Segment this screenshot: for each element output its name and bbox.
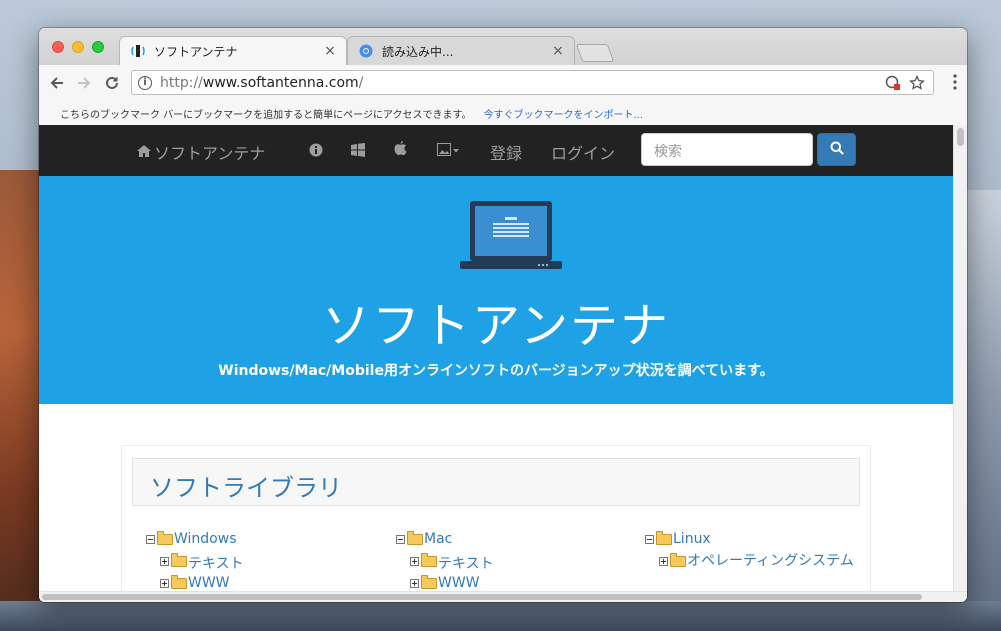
reload-icon[interactable] [101, 72, 123, 94]
folder-open-icon [656, 531, 672, 545]
site-brand-text: ソフトアンテナ [154, 144, 266, 163]
home-icon [136, 143, 152, 162]
page-viewport: ソフトアンテナ 登録 ログイン 検索 ソフトアンテナ Windows/Mac/M… [39, 125, 953, 591]
tab-title: ソフトアンテナ [154, 44, 238, 59]
hero-title: ソフトアンテナ [321, 298, 671, 354]
back-arrow-icon[interactable] [46, 72, 68, 94]
tree-label[interactable]: オペレーティングシステム [687, 553, 857, 569]
register-link[interactable]: 登録 [490, 140, 522, 164]
tree-node-text[interactable]: テキスト [410, 553, 494, 575]
tree-node-www[interactable]: WWW [160, 575, 244, 591]
tree-label[interactable]: Mac [424, 531, 452, 547]
folder-icon [171, 575, 187, 589]
software-library-panel: ソフトライブラリ Windows テキスト WWW Mac テキスト WWW L… [121, 445, 871, 591]
hero-banner: ソフトアンテナ Windows/Mac/Mobile用オンラインソフトのバージョ… [39, 176, 953, 404]
bookmark-bar: こちらのブックマーク バーにブックマークを追加すると簡単にページにアクセスできま… [39, 101, 967, 126]
folder-icon [171, 553, 187, 567]
image-dropdown-icon[interactable] [437, 142, 461, 161]
info-icon[interactable] [309, 142, 323, 161]
url-path: / [358, 74, 364, 91]
tree-label[interactable]: テキスト [438, 553, 494, 573]
folder-open-icon [407, 531, 423, 545]
tree-column-windows: Windows テキスト WWW [146, 531, 244, 591]
address-bar[interactable]: i http://www.softantenna.com / [131, 70, 934, 95]
tab-strip: ソフトアンテナ × 読み込み中... × [39, 28, 967, 65]
import-bookmarks-link[interactable]: 今すぐブックマークをインポート... [483, 106, 643, 121]
expand-icon[interactable] [410, 557, 419, 566]
laptop-icon [460, 200, 562, 276]
window-close-button[interactable] [52, 41, 64, 53]
site-search-button[interactable] [817, 133, 856, 166]
hero-subtitle: Windows/Mac/Mobile用オンラインソフトのバージョンアップ状況を調… [218, 363, 774, 379]
vertical-scroll-thumb[interactable] [957, 128, 964, 146]
chrome-favicon-icon [358, 43, 374, 59]
site-search-input[interactable]: 検索 [641, 133, 813, 166]
site-navbar: ソフトアンテナ 登録 ログイン 検索 [39, 125, 953, 176]
desktop-wallpaper-left [0, 170, 40, 631]
forward-arrow-icon[interactable] [73, 72, 95, 94]
tree-node-os[interactable]: オペレーティングシステム [659, 553, 857, 569]
new-tab-button[interactable] [575, 44, 615, 62]
tree-label[interactable]: WWW [188, 575, 230, 591]
tree-node-mac[interactable]: Mac [396, 531, 494, 553]
tab-loading[interactable]: 読み込み中... × [347, 36, 575, 65]
tree-node-text[interactable]: テキスト [160, 553, 244, 575]
bookmark-bar-message: こちらのブックマーク バーにブックマークを追加すると簡単にページにアクセスできま… [60, 109, 472, 121]
expand-icon[interactable] [659, 557, 668, 566]
folder-icon [421, 553, 437, 567]
browser-toolbar: i http://www.softantenna.com / [39, 65, 967, 102]
browser-window: ソフトアンテナ × 読み込み中... × i http:// www.softa… [39, 28, 967, 602]
tab-close-icon[interactable]: × [322, 43, 338, 59]
window-zoom-button[interactable] [92, 41, 104, 53]
collapse-icon[interactable] [146, 535, 155, 544]
antenna-favicon-icon [130, 43, 146, 59]
login-link[interactable]: ログイン [551, 140, 615, 164]
window-minimize-button[interactable] [72, 41, 84, 53]
horizontal-scroll-thumb[interactable] [42, 594, 922, 600]
collapse-icon[interactable] [645, 535, 654, 544]
horizontal-scrollbar[interactable] [39, 591, 967, 602]
translate-blocked-icon[interactable] [885, 75, 901, 95]
tree-label[interactable]: Windows [174, 531, 237, 547]
tab-title: 読み込み中... [382, 44, 454, 59]
expand-icon[interactable] [160, 557, 169, 566]
folder-open-icon [157, 531, 173, 545]
desktop-wallpaper-bottom [0, 601, 1001, 631]
expand-icon[interactable] [410, 579, 419, 588]
expand-icon[interactable] [160, 579, 169, 588]
tab-softantenna[interactable]: ソフトアンテナ × [119, 36, 347, 65]
tree-node-windows[interactable]: Windows [146, 531, 244, 553]
library-heading: ソフトライブラリ [132, 458, 860, 506]
url-protocol: http:// [160, 74, 203, 91]
bookmark-star-icon[interactable] [909, 74, 925, 95]
url-host: www.softantenna.com [202, 74, 359, 91]
tree-label[interactable]: WWW [438, 575, 480, 591]
tree-column-mac: Mac テキスト WWW [396, 531, 494, 591]
tree-label[interactable]: テキスト [188, 553, 244, 573]
windows-icon[interactable] [351, 142, 365, 161]
site-info-icon[interactable]: i [138, 75, 152, 90]
tree-node-linux[interactable]: Linux [645, 531, 857, 553]
tree-node-www[interactable]: WWW [410, 575, 494, 591]
tree-label[interactable]: Linux [673, 531, 711, 547]
folder-icon [670, 553, 686, 567]
collapse-icon[interactable] [396, 535, 405, 544]
apple-icon[interactable] [394, 141, 407, 160]
site-brand-link[interactable]: ソフトアンテナ [136, 140, 265, 164]
folder-icon [421, 575, 437, 589]
tab-close-icon[interactable]: × [550, 43, 566, 59]
browser-menu-icon[interactable] [953, 74, 957, 90]
tree-column-linux: Linux オペレーティングシステム [645, 531, 857, 569]
search-icon [830, 140, 844, 159]
vertical-scrollbar[interactable] [953, 125, 967, 591]
